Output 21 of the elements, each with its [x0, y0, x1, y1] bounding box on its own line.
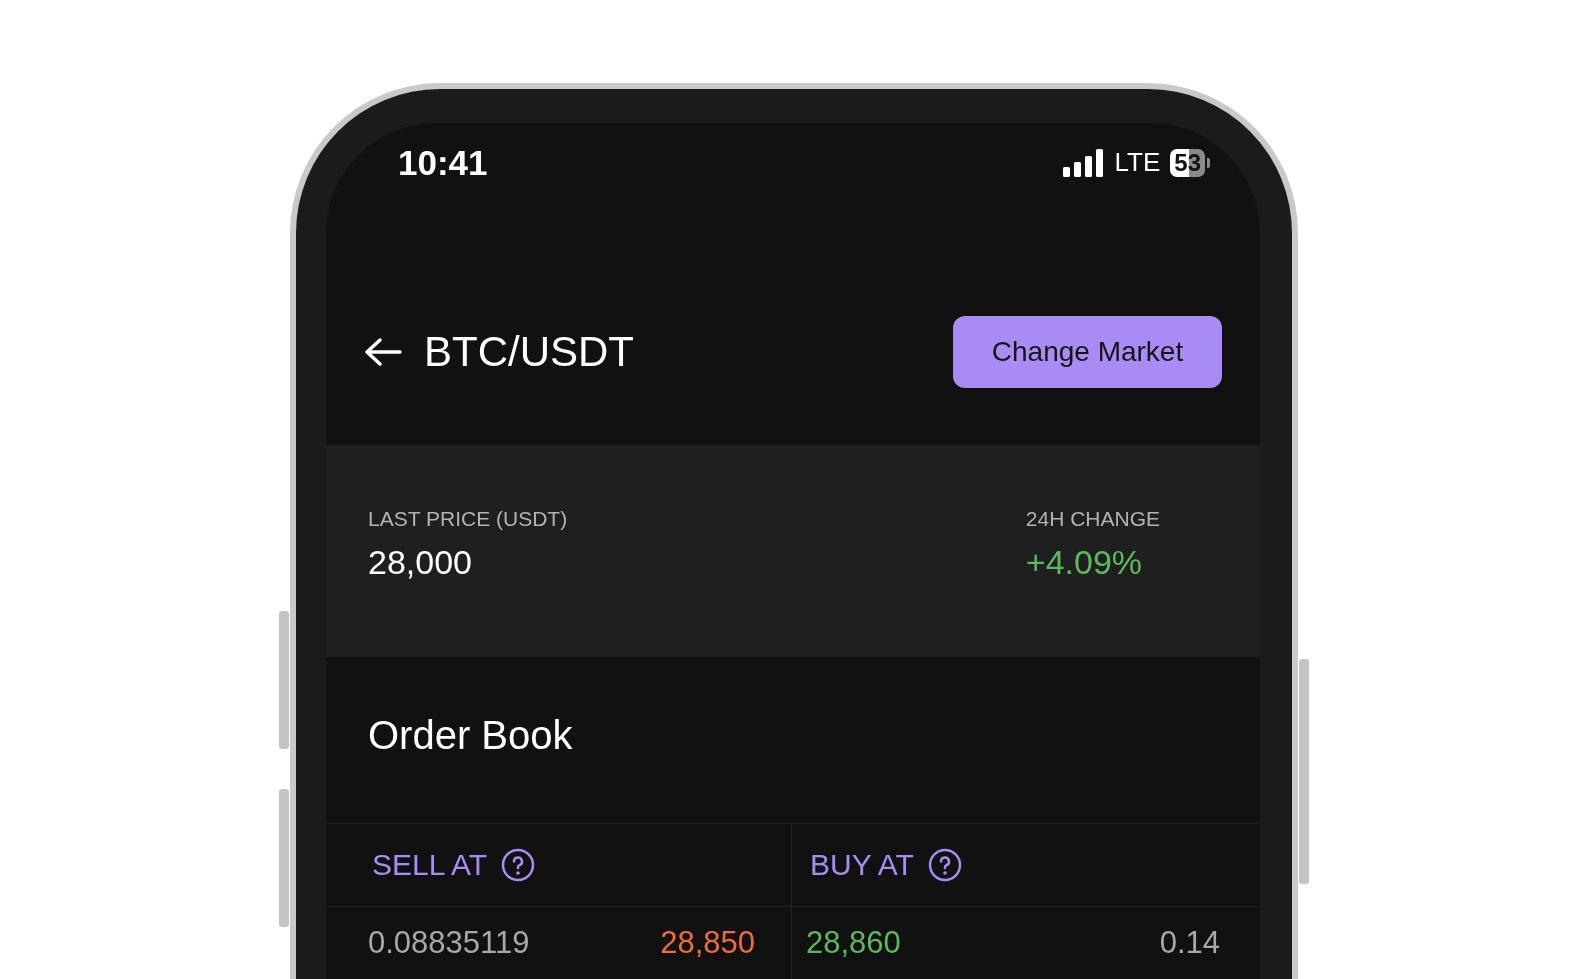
- battery-level: 53: [1170, 148, 1205, 177]
- table-cell: 0.14: [1159, 925, 1220, 961]
- network-label: LTE: [1114, 147, 1161, 179]
- column-header: BUY AT: [810, 848, 914, 882]
- signal-icon: [1062, 148, 1105, 177]
- status-time: 10:41: [398, 142, 488, 183]
- table-cell: 28,860: [806, 925, 901, 961]
- change-market-button[interactable]: Change Market: [953, 315, 1222, 388]
- column-header: SELL AT: [372, 848, 488, 882]
- back-arrow-icon: [364, 336, 402, 367]
- stat-label: LAST PRICE (USDT): [368, 506, 568, 531]
- stat-label: 24H CHANGE: [1025, 506, 1160, 531]
- table-cell: 28,850: [660, 925, 755, 961]
- help-icon: [501, 848, 536, 882]
- help-icon: [927, 848, 962, 882]
- table-cell: 0.08835119: [368, 925, 530, 961]
- stat-value: 28,000: [368, 542, 473, 582]
- section-title: Order Book: [326, 657, 1260, 824]
- back-button[interactable]: [364, 336, 402, 367]
- page-title: BTC/USDT: [424, 327, 634, 376]
- stat-value: +4.09%: [1025, 542, 1144, 582]
